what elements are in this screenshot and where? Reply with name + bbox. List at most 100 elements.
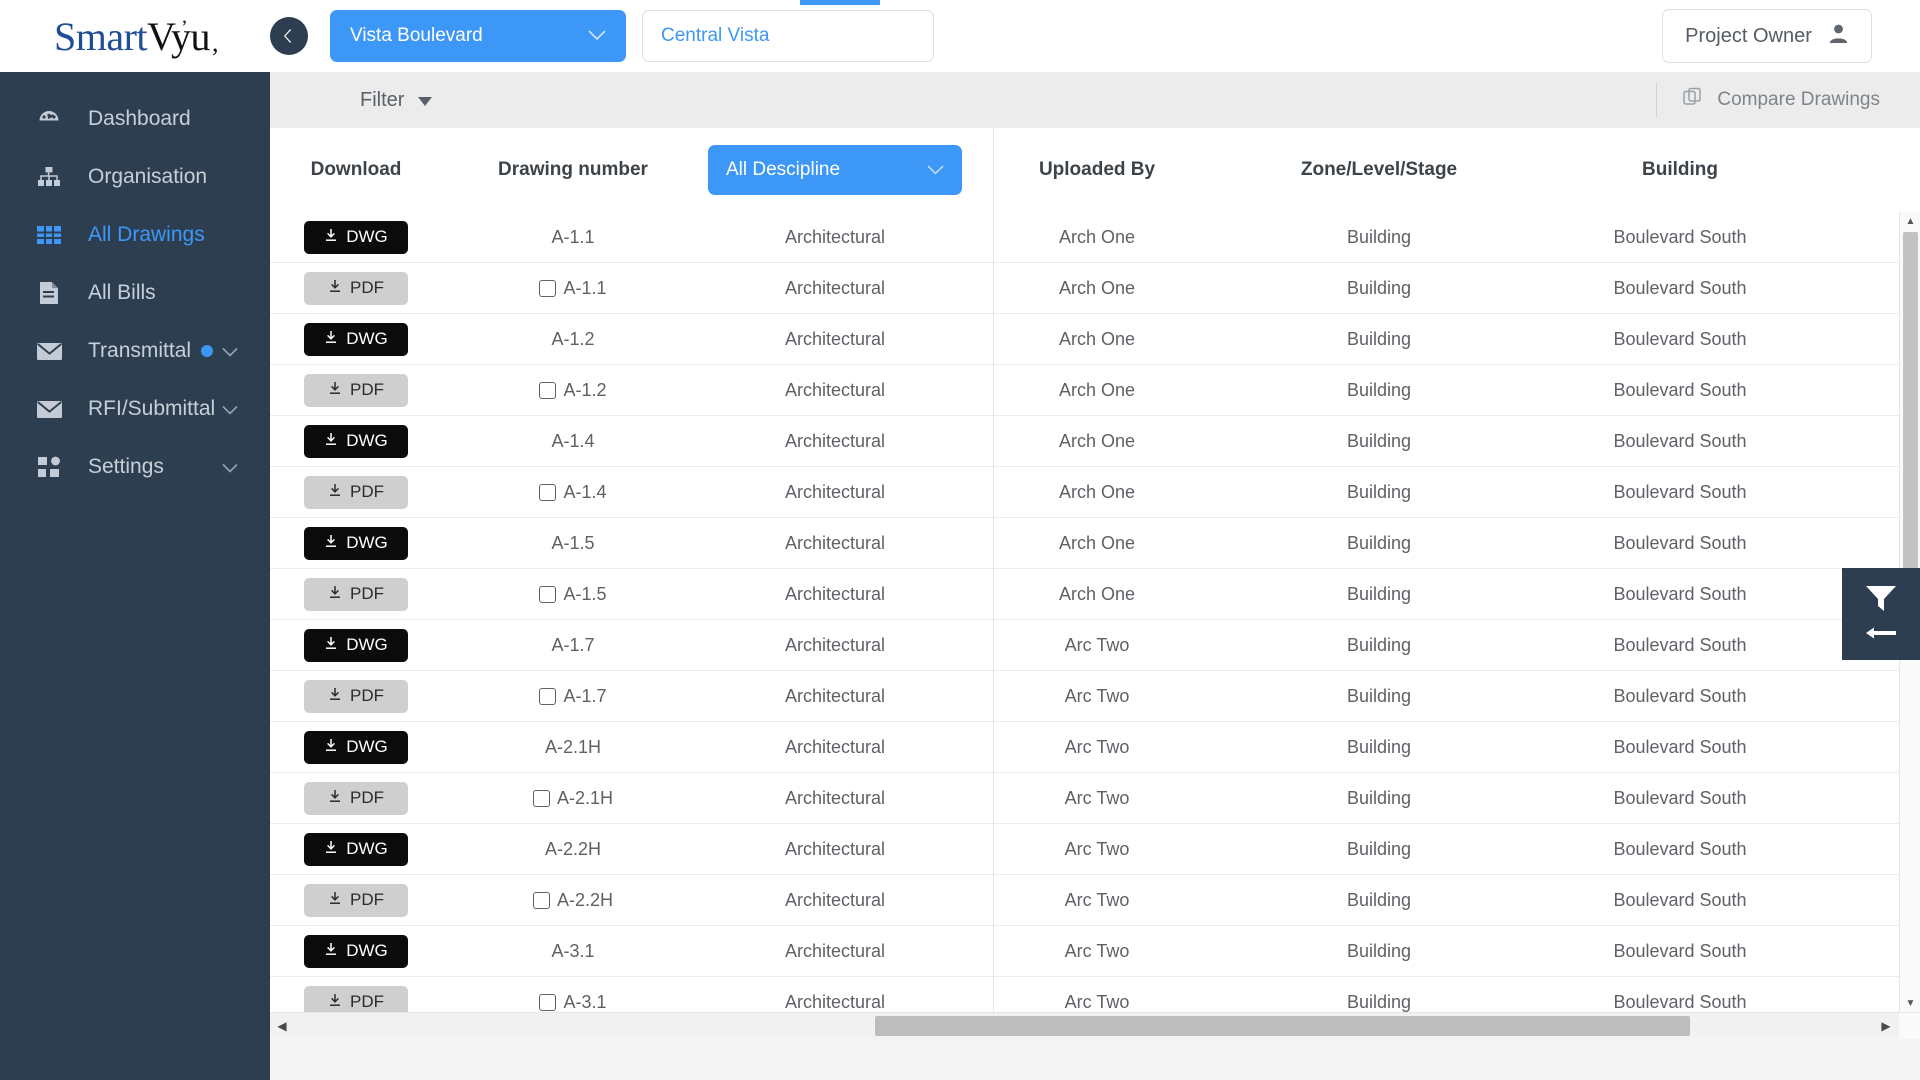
project-dropdown[interactable]: Vista Boulevard [330,10,626,62]
download-dwg-button[interactable]: DWG [304,934,408,968]
row-select-checkbox[interactable] [539,279,557,297]
horizontal-scrollbar[interactable]: ◀ ▶ [270,1012,1920,1039]
drawing-number-cell: A-1.2 [442,329,704,350]
table-row[interactable]: DWG A-1.5 Architectural Arch One Buildin… [270,518,1920,569]
download-pdf-button[interactable]: PDF [304,271,408,305]
sidebar-item-all-bills[interactable]: All Bills [0,264,270,322]
subproject-input[interactable] [661,25,915,47]
building-cell: Boulevard South [1613,532,1747,553]
table-row[interactable]: PDF A-1.7 Architectural Arc Two Building… [270,671,1920,722]
download-pdf-button[interactable]: PDF [304,373,408,407]
building-cell: Boulevard South [1613,634,1747,655]
drawing-number-value: A-1.7 [551,634,595,655]
arrow-left-icon [1865,626,1897,645]
download-pdf-button[interactable]: PDF [304,475,408,509]
sidebar: Dashboard Organisation All Drawings All Bil… [0,72,270,1080]
sidebar-item-transmittal[interactable]: Transmittal [0,322,270,380]
download-arrow-icon [328,992,342,1012]
horizontal-scrollbar-thumb[interactable] [875,1016,1690,1036]
download-pdf-button[interactable]: PDF [304,781,408,815]
sidebar-nav-list: Dashboard Organisation All Drawings All Bil… [0,90,270,496]
discipline-cell: Architectural [784,787,886,808]
table-row[interactable]: DWG A-1.2 Architectural Arch One Buildin… [270,314,1920,365]
drawing-number-cell: A-3.1 [442,941,704,962]
download-dwg-button[interactable]: DWG [304,526,408,560]
main-content: Filter Compare Drawings Download Drawing… [270,72,1920,1080]
sidebar-item-label: Dashboard [88,107,191,130]
table-row[interactable]: PDF A-1.5 Architectural Arch One Buildin… [270,569,1920,620]
download-dwg-button[interactable]: DWG [304,220,408,254]
sidebar-item-organisation[interactable]: Organisation [0,148,270,206]
drawing-number-value: A-1.1 [563,277,607,298]
download-dwg-button[interactable]: DWG [304,832,408,866]
filter-dropdown[interactable]: Filter [360,88,433,112]
building-cell: Boulevard South [1613,838,1747,859]
notification-dot [201,345,214,357]
chevron-down-icon [418,89,433,112]
table-row[interactable]: PDF A-1.2 Architectural Arch One Buildin… [270,365,1920,416]
table-row[interactable]: DWG A-1.4 Architectural Arch One Buildin… [270,416,1920,467]
uploaded-by-cell: Arch One [1058,481,1136,502]
scroll-down-arrow[interactable]: ▼ [1900,994,1920,1012]
row-select-checkbox[interactable] [539,993,557,1011]
table-row[interactable]: DWG A-3.1 Architectural Arc Two Building… [270,926,1920,977]
row-select-checkbox[interactable] [539,381,557,399]
table-row[interactable]: PDF A-2.2H Architectural Arc Two Buildin… [270,875,1920,926]
filter-dropdown-label: Filter [360,88,405,111]
download-dwg-button[interactable]: DWG [304,424,408,458]
table-row[interactable]: PDF A-1.1 Architectural Arch One Buildin… [270,263,1920,314]
compare-drawings-button[interactable]: Compare Drawings [1657,87,1920,113]
subproject-field[interactable] [642,10,934,62]
discipline-dropdown[interactable]: All Descipline [708,145,962,195]
download-button-label: DWG [346,737,388,756]
uploaded-by-cell: Arch One [1058,277,1136,298]
building-cell: Boulevard South [1613,787,1747,808]
building-cell: Boulevard South [1613,889,1747,910]
table-row[interactable]: DWG A-2.1H Architectural Arc Two Buildin… [270,722,1920,773]
table-row[interactable]: DWG A-1.1 Architectural Arch One Buildin… [270,212,1920,263]
logo-vyu-text: Vyu [147,13,210,59]
scroll-up-arrow[interactable]: ▲ [1900,212,1920,230]
drawing-number-cell: A-3.1 [442,992,704,1013]
scroll-right-arrow[interactable]: ▶ [1876,1013,1896,1039]
download-dwg-button[interactable]: DWG [304,322,408,356]
sidebar-item-settings[interactable]: Settings [0,438,270,496]
table-row[interactable]: PDF A-1.4 Architectural Arch One Buildin… [270,467,1920,518]
discipline-cell: Architectural [784,940,886,961]
vertical-scrollbar-thumb[interactable] [1903,232,1918,620]
row-select-checkbox[interactable] [539,483,557,501]
drawing-number-cell: A-1.4 [442,431,704,452]
uploaded-by-cell: Arc Two [1064,991,1130,1012]
sidebar-item-all-drawings[interactable]: All Drawings [0,206,270,264]
row-select-checkbox[interactable] [532,891,550,909]
table-row[interactable]: DWG A-2.2H Architectural Arc Two Buildin… [270,824,1920,875]
download-pdf-button[interactable]: PDF [304,577,408,611]
chevron-down-icon[interactable] [222,455,238,479]
row-select-checkbox[interactable] [539,687,557,705]
table-row[interactable]: DWG A-1.7 Architectural Arc Two Building… [270,620,1920,671]
drawing-number-value: A-2.1H [556,787,614,808]
row-select-checkbox[interactable] [539,585,557,603]
download-arrow-icon [328,890,342,910]
sidebar-item-label: All Bills [88,281,156,304]
download-dwg-button[interactable]: DWG [304,628,408,662]
back-button[interactable] [270,17,308,55]
download-pdf-button[interactable]: PDF [304,985,408,1012]
filter-panel-toggle[interactable] [1842,568,1920,660]
download-pdf-button[interactable]: PDF [304,883,408,917]
sidebar-item-rfi-submittal[interactable]: RFI/Submittal [0,380,270,438]
table-row[interactable]: PDF A-2.1H Architectural Arc Two Buildin… [270,773,1920,824]
download-pdf-button[interactable]: PDF [304,679,408,713]
row-select-checkbox[interactable] [532,789,550,807]
sidebar-item-label: Transmittal [88,339,192,362]
scroll-left-arrow[interactable]: ◀ [272,1013,292,1039]
chevron-down-icon[interactable] [222,397,238,421]
drawing-number-cell: A-1.7 [442,686,704,707]
sidebar-item-dashboard[interactable]: Dashboard [0,90,270,148]
column-header-uploaded-by: Uploaded By [1038,159,1156,180]
chevron-down-icon[interactable] [222,339,238,363]
download-button-label: PDF [350,278,384,297]
download-dwg-button[interactable]: DWG [304,730,408,764]
table-row[interactable]: PDF A-3.1 Architectural Arc Two Building… [270,977,1920,1012]
project-owner-button[interactable]: Project Owner [1662,9,1872,63]
